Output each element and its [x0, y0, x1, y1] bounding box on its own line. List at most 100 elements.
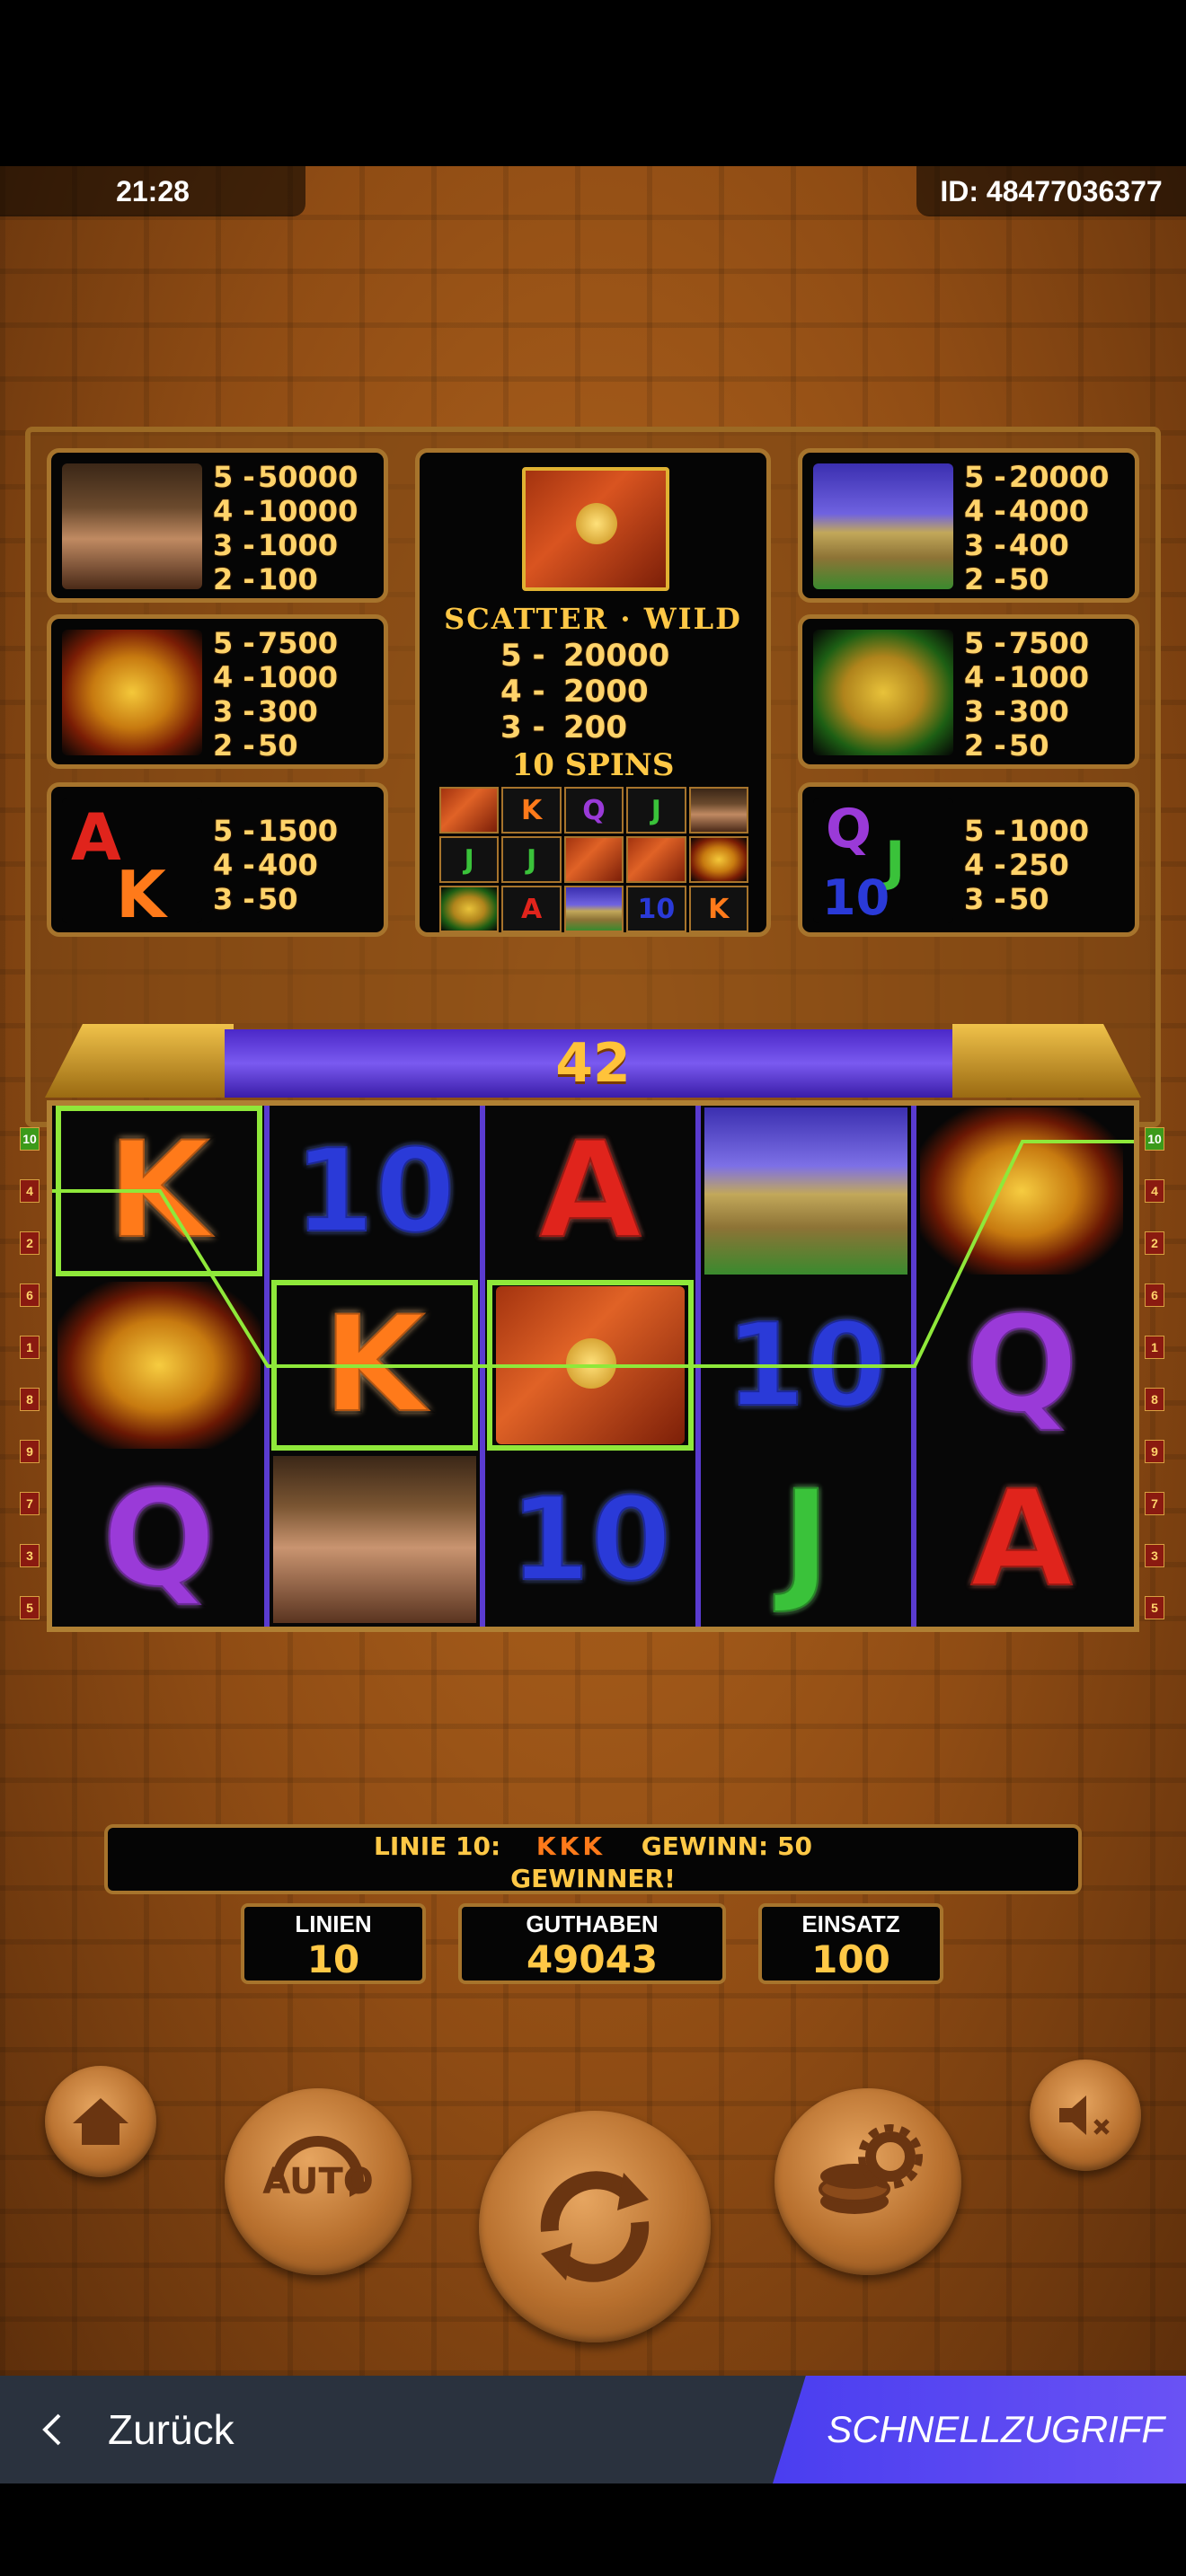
quick-access-button[interactable]: SCHNELLZUGRIFF: [773, 2376, 1186, 2483]
lines-display[interactable]: LINIEN 10: [241, 1903, 426, 1984]
mini-symbol: [688, 787, 748, 834]
reel-symbol: A: [487, 1106, 694, 1276]
line-marker-left: 1: [20, 1336, 40, 1359]
line-marker-left: 6: [20, 1284, 40, 1307]
line-marker-right: 4: [1145, 1179, 1164, 1203]
paytable-lady: 5 -50000 4 -10000 3 -1000 2 -100: [47, 448, 388, 603]
pay-list: 5 -1000 4 -250 3 -50: [964, 814, 1090, 916]
chevron-left-icon: [42, 2413, 61, 2446]
spin-button[interactable]: [479, 2111, 711, 2342]
bottom-system-area: [0, 2483, 1186, 2576]
winning-symbols: KKK: [535, 1831, 606, 1861]
reel-symbol: J: [703, 1454, 909, 1625]
mini-symbol: Q: [563, 787, 624, 834]
pay-list: 5 -7500 4 -1000 3 -300 2 -50: [964, 626, 1090, 763]
symbol-q: Q: [100, 1461, 218, 1618]
reel-symbol: K: [271, 1280, 478, 1451]
reel-symbol: Q: [918, 1280, 1125, 1451]
symbol-j: J: [779, 1461, 833, 1618]
line-marker-left: 8: [20, 1388, 40, 1411]
slot-reels[interactable]: K Q 10 K A 10 10 J Q A: [47, 1100, 1139, 1632]
bottom-navigation: Zurück SCHNELLZUGRIFF: [0, 2376, 1186, 2483]
letter-a: A: [71, 799, 121, 875]
free-spins-title: 10 SPINS: [511, 747, 675, 783]
symbol-a: A: [536, 1113, 644, 1269]
line-marker-left: 5: [20, 1596, 40, 1619]
home-icon: [73, 2098, 128, 2145]
auto-label: AUTO: [262, 2161, 374, 2202]
reel-1: KQ: [52, 1106, 266, 1627]
reel-symbol: [703, 1106, 909, 1276]
reel-4: 10 J: [699, 1106, 913, 1627]
jaguar-symbol-icon: [813, 630, 953, 755]
book-symbol-icon: [496, 1286, 685, 1444]
paytable-qj10: Q J 10 5 -1000 4 -250 3 -50: [798, 782, 1139, 937]
pay-list: 5 -50000 4 -10000 3 -1000 2 -100: [213, 460, 358, 596]
temple-ornament-right-icon: [952, 1024, 1141, 1098]
win-counter: 42: [555, 1032, 631, 1095]
paytable-scatter: SCATTER · WILD 5 -20000 4 -2000 3 -200 1…: [415, 448, 771, 937]
ak-symbol-icon: A K: [62, 798, 202, 932]
fish-symbol-icon: [58, 1282, 261, 1449]
book-symbol-icon: [522, 467, 669, 591]
mini-symbol: J: [439, 836, 500, 883]
lady-symbol-icon: [273, 1456, 476, 1623]
spin-icon: [540, 2171, 650, 2282]
win-banner: 42: [225, 1029, 961, 1098]
fish-symbol-icon: [62, 630, 202, 755]
reel-symbol: [487, 1280, 694, 1451]
game-area: 21:28 ID: 48477036377 5 -50000 4 -10000 …: [0, 166, 1186, 2376]
line-marker-left: 2: [20, 1231, 40, 1255]
paytable-fish: 5 -7500 4 -1000 3 -300 2 -50: [47, 614, 388, 769]
quick-access-label: SCHNELLZUGRIFF: [827, 2408, 1164, 2450]
line-marker-right: 5: [1145, 1596, 1164, 1619]
reel-3: A 10: [483, 1106, 697, 1627]
symbol-10: 10: [292, 1123, 458, 1259]
mini-symbol: K: [501, 787, 562, 834]
reel-symbol: Q: [56, 1454, 262, 1625]
auto-spin-button[interactable]: AUTO: [225, 2088, 412, 2275]
win-details: LINIE 10: KKK GEWINN: 50: [374, 1831, 812, 1861]
sound-toggle-button[interactable]: [1030, 2060, 1141, 2171]
symbol-10: 10: [723, 1297, 890, 1434]
paytable-pyramid: 5 -20000 4 -4000 3 -400 2 -50: [798, 448, 1139, 603]
letter-q: Q: [826, 798, 872, 860]
mini-symbol: 10: [626, 886, 686, 932]
letter-k: K: [116, 857, 166, 932]
bet-display[interactable]: EINSATZ 100: [758, 1903, 943, 1984]
line-marker-left: 10: [20, 1127, 40, 1151]
mini-symbol: [626, 836, 686, 883]
back-button[interactable]: Zurück: [36, 2376, 235, 2483]
line-marker-right: 1: [1145, 1336, 1164, 1359]
scatter-title: SCATTER · WILD: [444, 602, 742, 636]
reel-symbol: 10: [271, 1106, 478, 1276]
top-status-area: [0, 0, 1186, 166]
win-status: GEWINNER!: [510, 1864, 676, 1893]
game-id: ID: 48477036377: [916, 166, 1186, 216]
reel-2: 10 K: [268, 1106, 482, 1627]
reel-5: QA: [915, 1106, 1128, 1627]
pyramid-symbol-icon: [813, 463, 953, 589]
pay-list: 5 -7500 4 -1000 3 -300 2 -50: [213, 626, 339, 763]
symbol-q: Q: [962, 1287, 1081, 1443]
info-bar: 21:28 ID: 48477036377: [0, 166, 1186, 216]
mini-reel-grid: K Q J J J A 10 K: [439, 787, 748, 932]
settings-button[interactable]: [774, 2088, 961, 2275]
symbol-10: 10: [508, 1471, 674, 1608]
mini-symbol: [563, 886, 624, 932]
line-marker-right: 8: [1145, 1388, 1164, 1411]
symbol-k: K: [321, 1287, 429, 1443]
pay-list: 5 -20000 4 -4000 3 -400 2 -50: [964, 460, 1110, 596]
mini-symbol: J: [501, 836, 562, 883]
line-marker-right: 6: [1145, 1284, 1164, 1307]
home-button[interactable]: [45, 2066, 156, 2177]
pay-list: 5 -1500 4 -400 3 -50: [213, 814, 339, 916]
line-marker-right: 2: [1145, 1231, 1164, 1255]
reel-symbol: 10: [703, 1280, 909, 1451]
reel-symbol: [918, 1106, 1125, 1276]
mini-symbol: K: [688, 886, 748, 932]
reel-symbol: A: [918, 1454, 1125, 1625]
reel-header: 42: [45, 1024, 1141, 1098]
line-marker-right: 7: [1145, 1492, 1164, 1515]
reel-symbol: 10: [487, 1454, 694, 1625]
